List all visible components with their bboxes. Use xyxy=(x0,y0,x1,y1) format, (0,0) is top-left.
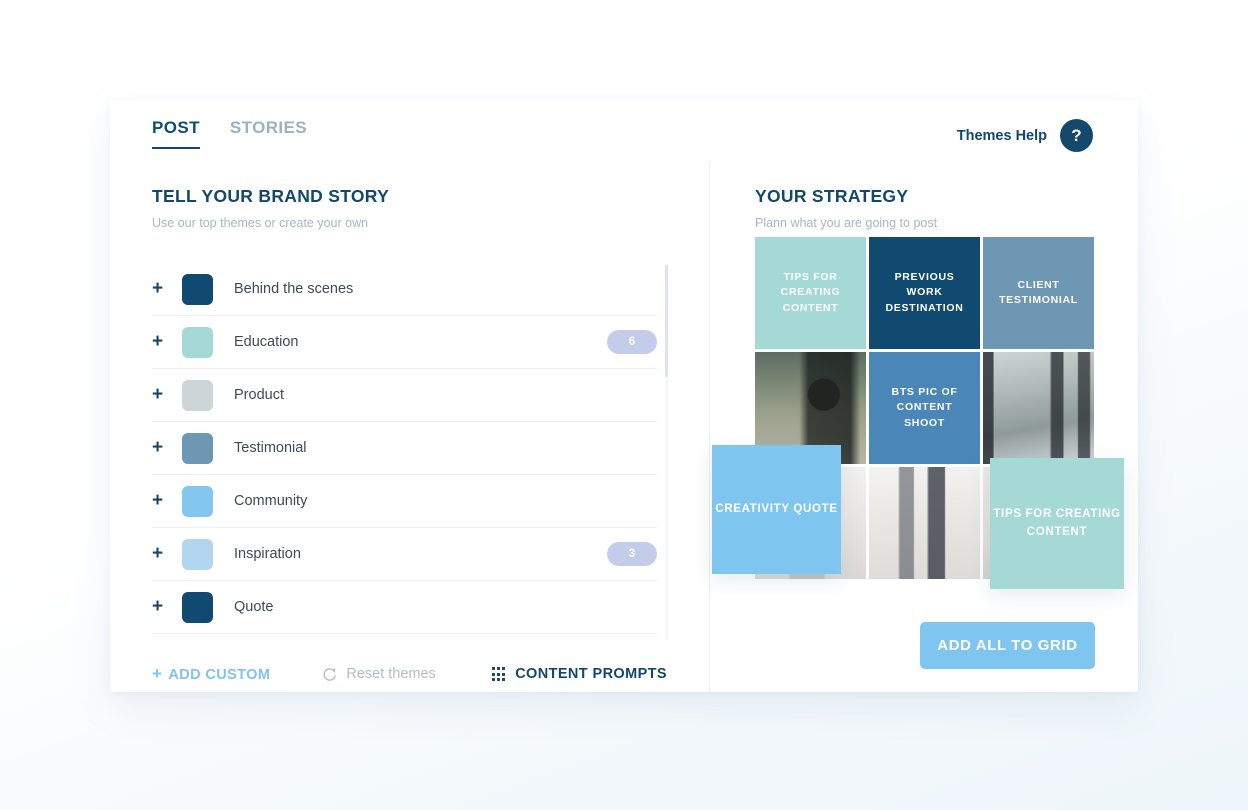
theme-color-swatch[interactable] xyxy=(182,273,213,305)
themes-help-button[interactable]: Themes Help ? xyxy=(957,119,1093,152)
theme-label: Testimonial xyxy=(234,440,307,456)
theme-row[interactable]: + Education 6 xyxy=(152,316,657,369)
brand-story-panel: TELL YOUR BRAND STORY Use our top themes… xyxy=(152,186,697,684)
reset-themes-label: Reset themes xyxy=(346,666,436,682)
grid-dots-icon xyxy=(491,667,506,681)
content-prompts-button[interactable]: CONTENT PROMPTS xyxy=(491,666,667,682)
theme-color-swatch[interactable] xyxy=(182,591,213,623)
left-panel-title: TELL YOUR BRAND STORY xyxy=(152,186,390,206)
floating-card-label: CREATIVITY QUOTE xyxy=(715,502,838,515)
theme-label: Product xyxy=(234,387,284,403)
panel-divider xyxy=(709,162,710,692)
grid-tile-color[interactable]: BTS PIC OF CONTENT SHOOT xyxy=(869,352,980,464)
grid-tile-label: BTS PIC OF CONTENT SHOOT xyxy=(891,386,958,429)
question-mark-icon[interactable]: ? xyxy=(1060,119,1093,152)
grid-tile-label: PREVIOUS WORK DESTINATION xyxy=(885,271,964,314)
reset-themes-button[interactable]: Reset themes xyxy=(322,666,436,682)
theme-label: Education xyxy=(234,334,299,350)
add-theme-plus-icon[interactable]: + xyxy=(152,384,182,406)
grid-tile-image-subject xyxy=(983,352,1094,464)
grid-tile-label: CLIENT TESTIMONIAL xyxy=(999,278,1078,306)
theme-count-badge: 6 xyxy=(607,330,657,354)
grid-tile-color[interactable]: PREVIOUS WORK DESTINATION xyxy=(869,237,980,349)
add-theme-plus-icon[interactable]: + xyxy=(152,278,182,300)
theme-color-swatch[interactable] xyxy=(182,538,213,570)
grid-tile-color[interactable]: CLIENT TESTIMONIAL xyxy=(983,237,1094,349)
top-bar: POST STORIES Themes Help ? xyxy=(110,100,1138,162)
theme-label: Inspiration xyxy=(234,546,301,562)
content-prompts-label: CONTENT PROMPTS xyxy=(515,666,667,682)
theme-count-badge: 3 xyxy=(607,542,657,566)
tab-bar: POST STORIES xyxy=(152,118,307,149)
grid-tile-photo[interactable] xyxy=(983,352,1094,464)
grid-tile-color[interactable]: TIPS FOR CREATING CONTENT xyxy=(755,237,866,349)
floating-card-label: TIPS FOR CREATING CONTENT xyxy=(993,507,1121,538)
theme-color-swatch[interactable] xyxy=(182,485,213,517)
theme-row[interactable]: + Product xyxy=(152,369,657,422)
theme-color-swatch[interactable] xyxy=(182,432,213,464)
theme-list: + Behind the scenes + Education 6 + Product + Te… xyxy=(152,263,668,640)
add-theme-plus-icon[interactable]: + xyxy=(152,543,182,565)
theme-label: Community xyxy=(234,493,308,509)
add-custom-button[interactable]: + ADD CUSTOM xyxy=(152,664,270,684)
theme-row[interactable]: + Behind the scenes xyxy=(152,263,657,316)
right-panel-title: YOUR STRATEGY xyxy=(755,186,909,206)
tab-post[interactable]: POST xyxy=(152,118,200,149)
theme-list-scrollbar-track[interactable] xyxy=(665,265,668,640)
refresh-icon xyxy=(323,667,337,681)
add-theme-plus-icon[interactable]: + xyxy=(152,490,182,512)
theme-row[interactable]: + Inspiration 3 xyxy=(152,528,657,581)
add-theme-plus-icon[interactable]: + xyxy=(152,437,182,459)
add-theme-plus-icon[interactable]: + xyxy=(152,331,182,353)
themes-panel-card: POST STORIES Themes Help ? TELL YOUR BRA… xyxy=(110,100,1138,692)
theme-row[interactable]: + Community xyxy=(152,475,657,528)
theme-row[interactable]: + Testimonial xyxy=(152,422,657,475)
theme-list-scrollbar-thumb[interactable] xyxy=(665,265,668,377)
theme-row[interactable]: + Quote xyxy=(152,581,657,634)
theme-color-swatch[interactable] xyxy=(182,379,213,411)
grid-tile-label: TIPS FOR CREATING CONTENT xyxy=(780,271,841,314)
theme-label: Quote xyxy=(234,599,274,615)
themes-help-label: Themes Help xyxy=(956,127,1047,144)
floating-card-creativity-quote[interactable]: CREATIVITY QUOTE xyxy=(712,445,841,574)
floating-card-tips-for-creating-content[interactable]: TIPS FOR CREATING CONTENT xyxy=(990,458,1124,589)
right-panel-subtitle: Plann what you are going to post xyxy=(755,216,938,230)
grid-tile-photo[interactable] xyxy=(869,467,980,579)
plus-icon: + xyxy=(152,664,163,683)
add-custom-text: ADD CUSTOM xyxy=(168,667,271,683)
add-custom-label: + ADD CUSTOM xyxy=(152,664,270,684)
add-all-to-grid-button[interactable]: ADD ALL TO GRID xyxy=(920,622,1095,669)
add-theme-plus-icon[interactable]: + xyxy=(152,596,182,618)
theme-actions-bar: + ADD CUSTOM Reset themes CONTENT PROMPTS xyxy=(152,664,697,684)
theme-color-swatch[interactable] xyxy=(182,326,213,358)
tab-stories[interactable]: STORIES xyxy=(230,118,307,147)
strategy-panel: YOUR STRATEGY Plann what you are going t… xyxy=(755,186,1155,230)
theme-label: Behind the scenes xyxy=(234,281,354,297)
left-panel-subtitle: Use our top themes or create your own xyxy=(152,216,369,230)
grid-tile-image-subject xyxy=(869,467,980,579)
